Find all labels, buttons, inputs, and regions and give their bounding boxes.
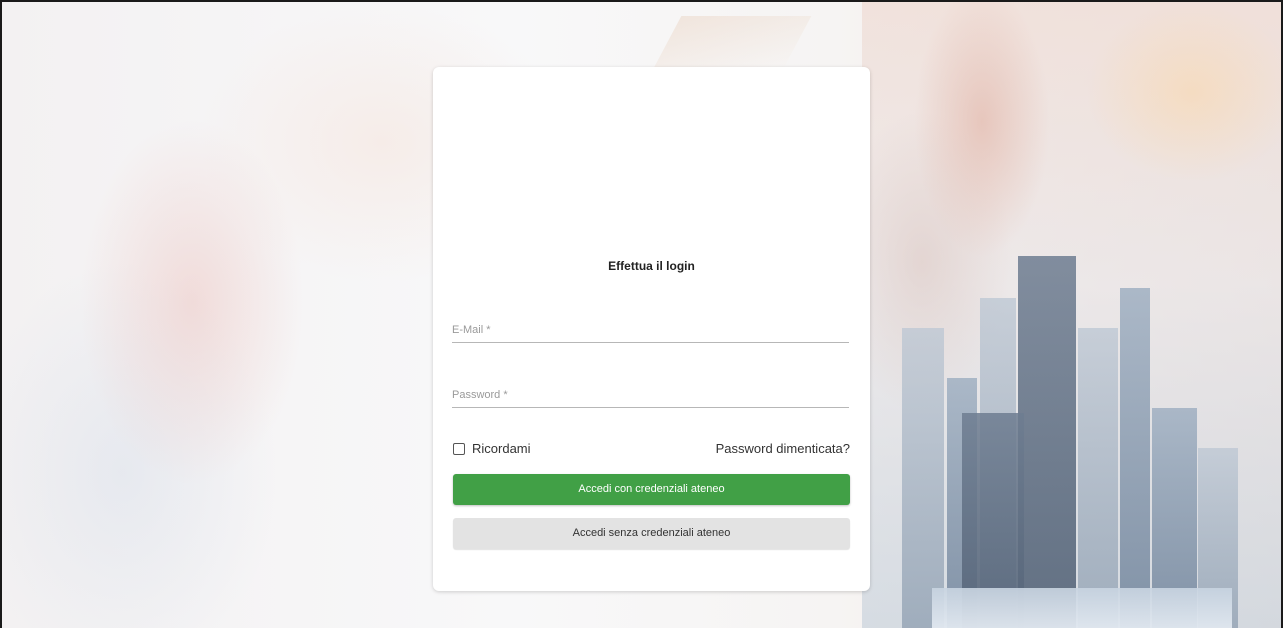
remember-label: Ricordami [472, 441, 531, 456]
email-input[interactable] [452, 318, 849, 342]
forgot-password-link[interactable]: Password dimenticata? [716, 441, 850, 456]
login-with-credentials-button[interactable]: Accedi con credenziali ateneo [453, 474, 850, 505]
email-field [452, 318, 849, 343]
password-field [452, 383, 849, 408]
login-card: Effettua il login Ricordami Password dim… [433, 67, 870, 591]
remember-checkbox[interactable] [453, 442, 465, 455]
login-without-credentials-button[interactable]: Accedi senza credenziali ateneo [453, 518, 850, 549]
login-screen: Effettua il login Ricordami Password dim… [0, 0, 1283, 628]
login-title: Effettua il login [608, 259, 695, 273]
password-input[interactable] [452, 383, 849, 407]
remember-me[interactable]: Ricordami [453, 441, 531, 456]
